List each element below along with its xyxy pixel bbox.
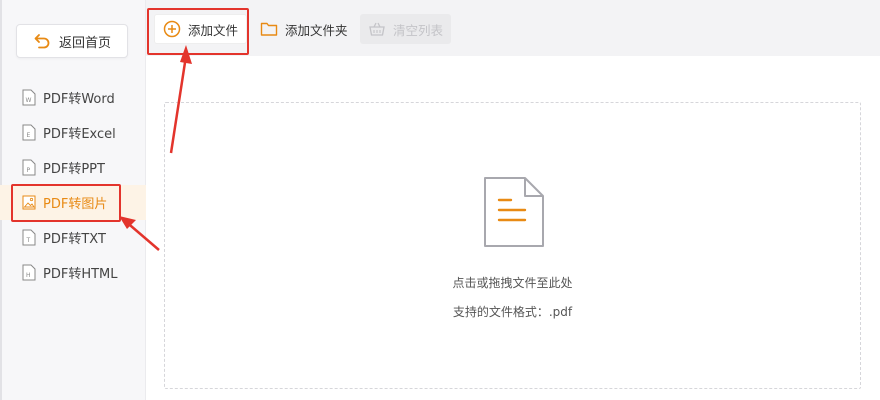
svg-text:P: P [27,167,31,174]
txt-file-icon: T [22,229,36,246]
html-file-icon: H [22,264,36,281]
sidebar: 返回首页 W PDF转Word E PDF转Excel P PDF转PPT PD… [0,0,146,400]
plus-circle-icon [163,20,181,38]
nav-label: PDF转图片 [43,197,108,212]
drop-hint-text: 点击或拖拽文件至此处 [452,276,573,290]
document-icon [484,177,544,247]
nav-label: PDF转PPT [43,162,105,177]
file-drop-zone[interactable]: 点击或拖拽文件至此处 支持的文件格式：.pdf [164,102,861,389]
nav-item-pdf-to-image[interactable]: PDF转图片 [0,185,146,220]
back-home-button[interactable]: 返回首页 [16,24,128,58]
nav-label: PDF转Excel [43,127,116,142]
folder-icon [260,22,278,36]
clear-list-label: 清空列表 [393,22,444,38]
back-home-label: 返回首页 [58,35,111,51]
main-panel: 点击或拖拽文件至此处 支持的文件格式：.pdf [146,56,880,400]
svg-text:W: W [26,97,32,104]
toolbar: 添加文件 添加文件夹 清空列表 [146,0,880,56]
nav-item-pdf-to-html[interactable]: H PDF转HTML [0,255,146,290]
excel-file-icon: E [22,124,36,141]
nav-label: PDF转Word [43,92,115,107]
svg-text:E: E [27,132,31,139]
add-file-button[interactable]: 添加文件 [154,14,248,44]
back-arrow-icon [34,34,50,49]
image-file-icon [22,195,36,210]
svg-text:H: H [26,272,31,279]
ppt-file-icon: P [22,159,36,176]
nav-item-pdf-to-ppt[interactable]: P PDF转PPT [0,150,146,185]
basket-icon [369,22,385,36]
nav-label: PDF转TXT [43,232,106,247]
nav-item-pdf-to-word[interactable]: W PDF转Word [0,80,146,115]
conversion-nav: W PDF转Word E PDF转Excel P PDF转PPT PDF转图片 … [0,80,146,290]
clear-list-button[interactable]: 清空列表 [360,14,452,44]
supported-formats-text: 支持的文件格式：.pdf [452,305,573,319]
word-file-icon: W [22,89,36,106]
nav-label: PDF转HTML [43,267,118,282]
add-file-label: 添加文件 [188,22,239,38]
add-folder-label: 添加文件夹 [285,22,348,38]
nav-item-pdf-to-excel[interactable]: E PDF转Excel [0,115,146,150]
nav-item-pdf-to-txt[interactable]: T PDF转TXT [0,220,146,255]
svg-text:T: T [26,237,31,244]
add-folder-button[interactable]: 添加文件夹 [252,14,356,44]
